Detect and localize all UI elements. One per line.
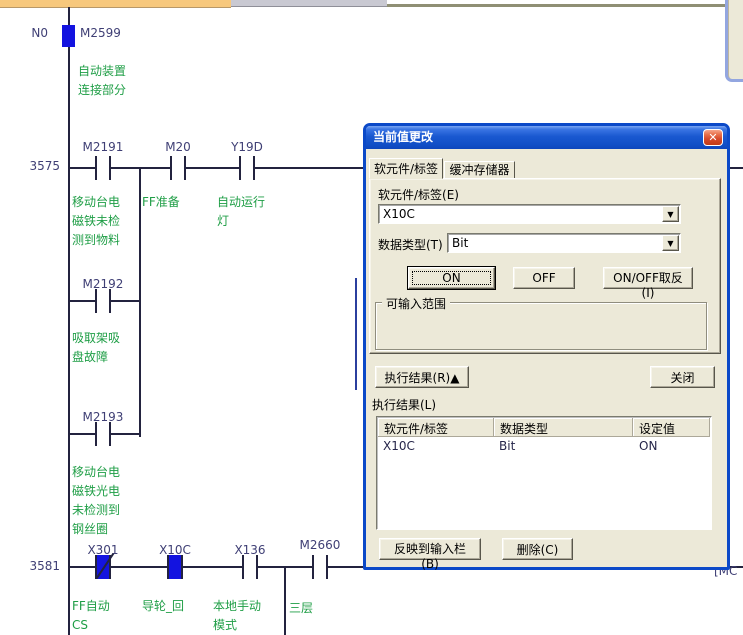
execution-result-toggle-button[interactable]: 执行结果(R)▲ bbox=[375, 366, 469, 388]
list-header-device[interactable]: 软元件/标签 bbox=[378, 418, 494, 437]
top-tab-bar-edge bbox=[387, 4, 725, 7]
contact-comment: 吸取架吸 盘故障 bbox=[72, 329, 120, 367]
type-field-label: 数据类型(T) bbox=[378, 236, 443, 253]
contact-comment: 本地手动 模式 bbox=[213, 597, 261, 635]
dialog-title-bar[interactable]: 当前值更改 bbox=[366, 126, 727, 149]
contact-comment: 三层 bbox=[289, 599, 313, 618]
tab-buffer-memory[interactable]: 缓冲存储器 bbox=[444, 161, 515, 179]
contact-label: Y19D bbox=[217, 140, 277, 154]
on-off-invert-button[interactable]: ON/OFF取反(I) bbox=[603, 267, 693, 289]
contact-comment: FF准备 bbox=[142, 193, 180, 212]
contact-label: M20 bbox=[148, 140, 208, 154]
list-header-row: 软元件/标签 数据类型 设定值 bbox=[378, 418, 710, 437]
reflect-to-input-button[interactable]: 反映到输入栏(B) bbox=[379, 538, 481, 560]
type-combo[interactable]: Bit ▼ bbox=[447, 233, 681, 253]
no-contact-m2193[interactable] bbox=[95, 422, 111, 446]
list-cell-type: Bit bbox=[499, 439, 515, 453]
settable-range-label: 可输入范围 bbox=[382, 295, 450, 312]
top-tab-bar-gray bbox=[231, 0, 387, 7]
contact-label: M2660 bbox=[290, 538, 350, 552]
no-contact-y19d[interactable] bbox=[239, 156, 255, 180]
type-combo-value: Bit bbox=[452, 236, 468, 250]
dialog-title: 当前值更改 bbox=[373, 130, 433, 144]
change-current-value-dialog: 当前值更改 ✕ 软元件/标签 缓冲存储器 软元件/标签(E) X10C ▼ 数据… bbox=[363, 123, 730, 570]
contact-comment: 自动运行 灯 bbox=[217, 193, 265, 231]
chevron-down-icon[interactable]: ▼ bbox=[662, 235, 679, 251]
nc-contact-x301-on[interactable] bbox=[95, 555, 111, 579]
plc-monitor-screen: { "ladder": { "nest_label": "N0", "nest_… bbox=[0, 0, 743, 635]
contact-label: M2191 bbox=[73, 140, 133, 154]
background-edge-stub bbox=[355, 278, 357, 390]
nest-device-label: M2599 bbox=[80, 26, 121, 40]
contact-comment: 导轮_回 bbox=[142, 597, 184, 616]
branch-line bbox=[139, 167, 141, 437]
contact-comment: 移动台电 磁铁光电 未检测到 钢丝圈 bbox=[72, 463, 120, 539]
device-combo[interactable]: X10C ▼ bbox=[378, 204, 681, 224]
execution-result-list: 软元件/标签 数据类型 设定值 X10C Bit ON bbox=[376, 416, 712, 530]
contact-comment: FF自动 CS bbox=[72, 597, 110, 635]
rung-number: 3581 bbox=[26, 559, 60, 573]
list-cell-device: X10C bbox=[383, 439, 415, 453]
list-cell-setvalue: ON bbox=[639, 439, 657, 453]
background-window-panel bbox=[728, 0, 743, 79]
contact-comment: 移动台电 磁铁未检 测到物料 bbox=[72, 193, 120, 250]
delete-button[interactable]: 删除(C) bbox=[502, 538, 573, 560]
chevron-down-icon[interactable]: ▼ bbox=[662, 206, 679, 222]
close-icon[interactable]: ✕ bbox=[703, 129, 723, 146]
no-contact-m2191[interactable] bbox=[95, 156, 111, 180]
branch-line bbox=[284, 566, 286, 635]
on-button[interactable]: ON bbox=[408, 267, 495, 289]
no-contact-m20[interactable] bbox=[170, 156, 186, 180]
nest-comment: 自动装置 连接部分 bbox=[78, 62, 126, 100]
device-combo-value: X10C bbox=[383, 207, 415, 221]
top-tab-bar-orange bbox=[0, 0, 231, 8]
list-header-type[interactable]: 数据类型 bbox=[494, 418, 633, 437]
settable-range-group: 可输入范围 bbox=[375, 302, 707, 350]
nest-marker-on[interactable] bbox=[62, 25, 75, 47]
tab-device-label[interactable]: 软元件/标签 bbox=[369, 158, 443, 179]
ladder-left-rail bbox=[68, 7, 70, 635]
execution-result-label: 执行结果(L) bbox=[372, 396, 436, 413]
no-contact-m2192[interactable] bbox=[95, 289, 111, 313]
list-header-setvalue[interactable]: 设定值 bbox=[633, 418, 710, 437]
no-contact-x10c-on[interactable] bbox=[167, 555, 183, 579]
no-contact-m2660[interactable] bbox=[312, 555, 328, 579]
list-item[interactable]: X10C Bit ON bbox=[378, 439, 710, 455]
no-contact-x136[interactable] bbox=[242, 555, 258, 579]
rung-number: 3575 bbox=[26, 159, 60, 173]
device-field-label: 软元件/标签(E) bbox=[378, 186, 459, 203]
close-button[interactable]: 关闭 bbox=[650, 366, 715, 388]
off-button[interactable]: OFF bbox=[513, 267, 575, 289]
nest-label: N0 bbox=[14, 26, 48, 40]
background-window-fragment bbox=[725, 0, 743, 82]
